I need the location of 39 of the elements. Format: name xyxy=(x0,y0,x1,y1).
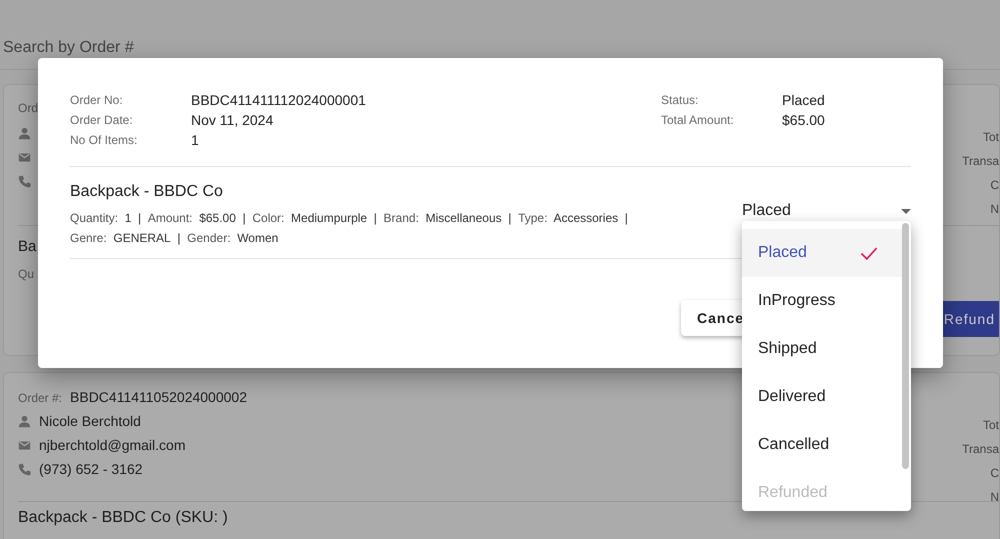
order-number-label: Ord xyxy=(18,100,38,117)
field-value: BBDC411411112024000001 xyxy=(191,90,366,110)
summary-label: N xyxy=(989,201,999,218)
mail-icon xyxy=(18,150,31,164)
order-number: BBDC411411052024000002 xyxy=(70,388,247,407)
customer-email: njberchtold@gmail.com xyxy=(39,436,186,455)
phone-icon xyxy=(18,174,31,188)
field-label: Total Amount: xyxy=(661,112,735,129)
field-label: Order No: xyxy=(70,92,124,109)
customer-name: Nicole Berchtold xyxy=(39,412,141,430)
summary-label: Transa xyxy=(962,441,999,458)
customer-phone: (973) 652 - 3162 xyxy=(39,460,143,479)
order-number-label: Order #: xyxy=(18,390,62,407)
summary-label: Tot xyxy=(982,417,999,434)
checkmark-icon xyxy=(860,246,878,260)
caret-icon xyxy=(901,208,911,214)
field-value: $65.00 xyxy=(782,110,825,130)
item-title: Backpack - BBDC Co xyxy=(70,182,224,202)
field-label: Status: xyxy=(661,92,700,109)
summary-label: Tot xyxy=(982,129,999,146)
person-icon xyxy=(18,414,31,428)
field-label: No Of Items: xyxy=(70,132,138,149)
summary-label: C xyxy=(989,177,999,194)
field-value: 1 xyxy=(191,130,199,150)
mail-icon xyxy=(18,438,31,452)
menu-option[interactable]: Placed xyxy=(742,229,902,277)
phone-icon xyxy=(18,462,31,476)
summary-label: Transa xyxy=(962,153,999,170)
item-attributes: Quantity: 1 | Amount: $65.00 | Color: Mediumpurple | Brand: Miscellaneous | Type: Accessories | Genre: GENERAL | Gender: Women xyxy=(70,210,629,247)
item-title: Ba xyxy=(18,237,36,257)
field-value: Placed xyxy=(782,90,825,110)
summary-label: C xyxy=(989,465,999,482)
item-title: Backpack - BBDC Co (SKU: ) xyxy=(18,508,228,528)
person-icon xyxy=(18,126,31,140)
field-label: Order Date: xyxy=(70,112,134,129)
field-value: Nov 11, 2024 xyxy=(191,110,274,130)
summary-label: N xyxy=(989,489,999,506)
status-select[interactable]: Placed xyxy=(742,200,911,222)
item-details: Qu xyxy=(18,266,34,282)
